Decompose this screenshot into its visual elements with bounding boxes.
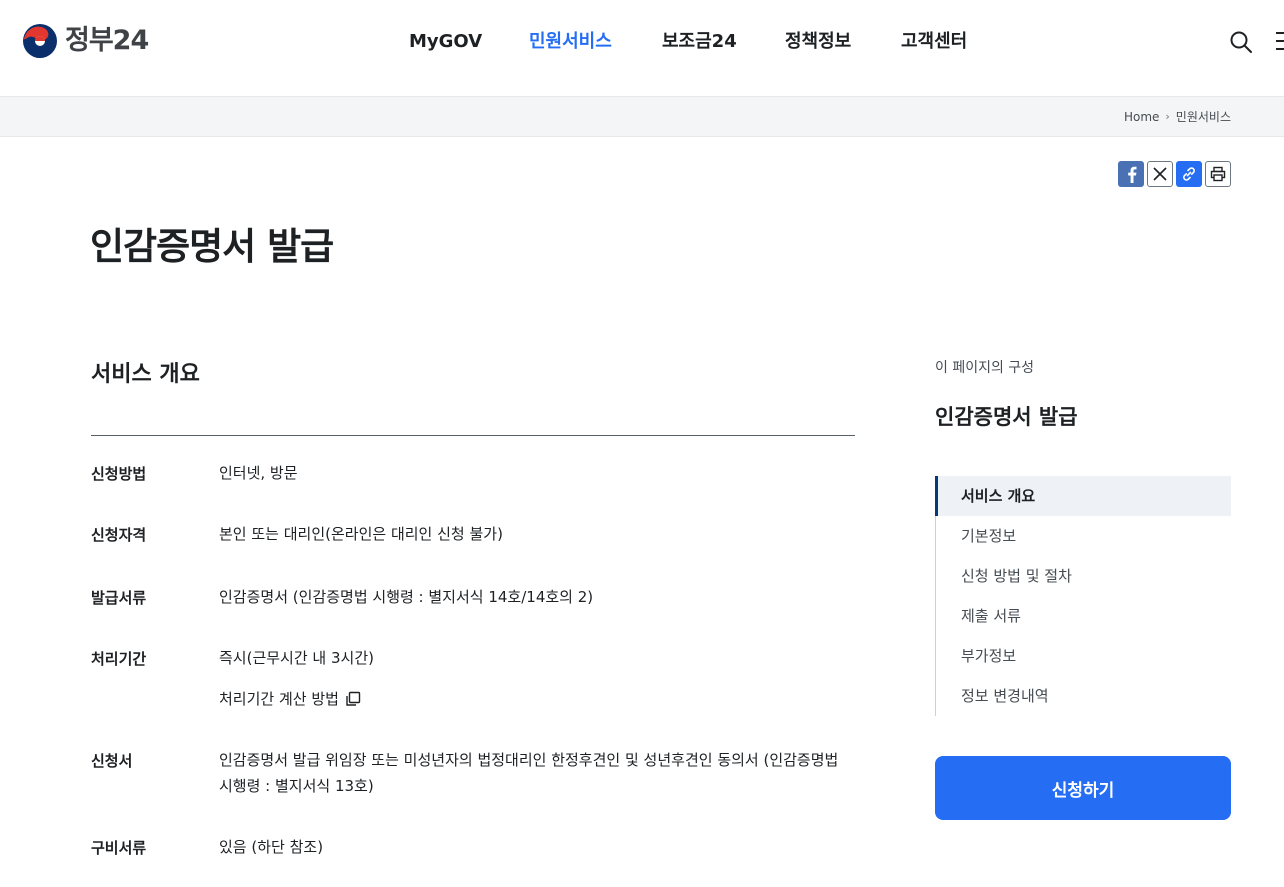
row-value-application-form: 인감증명서 발급 위임장 또는 미성년자의 법정대리인 한정후견인 및 성년후견… xyxy=(219,751,839,795)
print-button[interactable] xyxy=(1205,161,1231,187)
row-value-required-docs: 있음 (하단 참조) xyxy=(219,838,324,856)
row-value-eligibility: 본인 또는 대리인(온라인은 대리인 신청 불가) xyxy=(219,525,503,543)
copy-link-button[interactable] xyxy=(1176,161,1202,187)
toc-item-method-procedure[interactable]: 신청 방법 및 절차 xyxy=(936,556,1231,596)
toc-title: 인감증명서 발급 xyxy=(935,405,1078,429)
section-divider xyxy=(91,435,855,436)
toc-item-basic-info[interactable]: 기본정보 xyxy=(936,516,1231,556)
site-header: 정부24 MyGOV 민원서비스 보조금24 정책정보 고객센터 xyxy=(0,0,1284,96)
row-label-application-form: 신청서 xyxy=(91,752,133,770)
facebook-share-button[interactable] xyxy=(1118,161,1144,187)
x-icon xyxy=(1153,167,1167,181)
toc-item-additional-info[interactable]: 부가정보 xyxy=(936,636,1231,676)
row-value-processing-time: 즉시(근무시간 내 3시간) xyxy=(219,649,374,667)
facebook-icon xyxy=(1128,166,1137,183)
breadcrumb-bar: Home › 민원서비스 xyxy=(0,96,1284,137)
x-share-button[interactable] xyxy=(1147,161,1173,187)
copy-icon xyxy=(346,691,361,706)
calc-link-label: 처리기간 계산 방법 xyxy=(219,690,339,708)
nav-item-mygov[interactable]: MyGOV xyxy=(409,30,482,54)
link-icon xyxy=(1183,167,1195,181)
toc-item-change-history[interactable]: 정보 변경내역 xyxy=(936,676,1231,716)
page-title: 인감증명서 발급 xyxy=(90,225,334,268)
row-value-document: 인감증명서 (인감증명법 시행령 : 별지서식 14호/14호의 2) xyxy=(219,588,594,606)
row-label-document: 발급서류 xyxy=(91,589,147,607)
nav-item-policy-info[interactable]: 정책정보 xyxy=(785,30,851,54)
breadcrumb-home[interactable]: Home xyxy=(1124,109,1159,125)
breadcrumb: Home › 민원서비스 xyxy=(1124,109,1231,125)
search-icon[interactable] xyxy=(1229,30,1253,54)
hamburger-menu-icon[interactable] xyxy=(1276,32,1284,52)
nav-item-civil-service[interactable]: 민원서비스 xyxy=(529,30,612,54)
nav-item-subsidy24[interactable]: 보조금24 xyxy=(662,30,737,54)
print-icon xyxy=(1210,166,1226,182)
row-label-method: 신청방법 xyxy=(91,465,147,483)
nav-item-customer-center[interactable]: 고객센터 xyxy=(901,30,967,54)
section-title-overview: 서비스 개요 xyxy=(91,362,200,387)
global-nav: MyGOV 민원서비스 보조금24 정책정보 고객센터 xyxy=(0,30,1284,54)
processing-time-calc-link[interactable]: 처리기간 계산 방법 xyxy=(219,686,361,712)
toc-item-overview[interactable]: 서비스 개요 xyxy=(935,476,1231,516)
share-toolbar xyxy=(1118,161,1231,187)
apply-button[interactable]: 신청하기 xyxy=(935,756,1231,820)
breadcrumb-current[interactable]: 민원서비스 xyxy=(1176,109,1231,125)
row-label-required-docs: 구비서류 xyxy=(91,839,147,857)
page-toc: 서비스 개요 기본정보 신청 방법 및 절차 제출 서류 부가정보 정보 변경내… xyxy=(935,476,1231,716)
row-label-processing-time: 처리기간 xyxy=(91,650,147,668)
toc-caption: 이 페이지의 구성 xyxy=(935,360,1035,376)
row-label-eligibility: 신청자격 xyxy=(91,526,147,544)
chevron-right-icon: › xyxy=(1165,110,1170,123)
row-value-method: 인터넷, 방문 xyxy=(219,464,298,482)
toc-item-documents[interactable]: 제출 서류 xyxy=(936,596,1231,636)
